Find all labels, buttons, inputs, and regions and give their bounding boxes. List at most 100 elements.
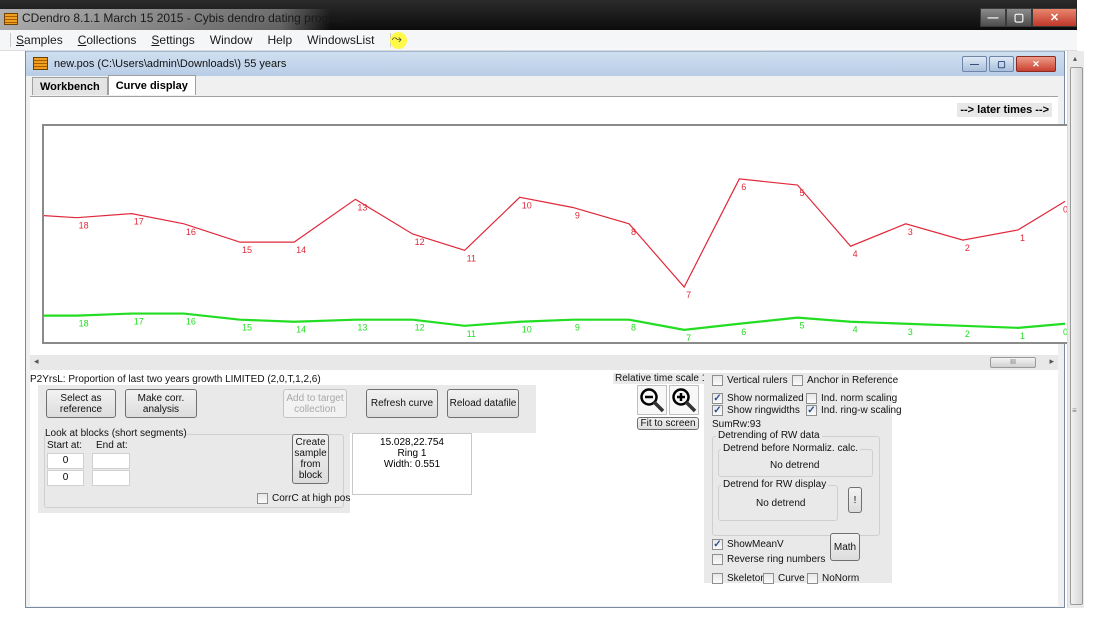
app-maximize-button[interactable]: ▢	[1006, 8, 1032, 27]
block-start-2[interactable]: 0	[47, 470, 84, 486]
curve-chart[interactable]: 18 17 16 15 14 13 12 11 10 9 8 7 6 5 4 3 2 1 0 18 17 16 15 14 13…	[42, 124, 1068, 344]
zoom-out-button[interactable]	[637, 385, 667, 415]
corrc-high-pos-checkbox[interactable]: CorrC at high pos	[257, 493, 350, 504]
ring-label-normalized: 16	[186, 317, 196, 327]
ind-ringw-scaling-box[interactable]: ✓	[806, 405, 817, 416]
skeleton-checkbox[interactable]: Skeleton	[712, 573, 766, 584]
ind-norm-scaling-box[interactable]	[806, 393, 817, 404]
vertical-scroll-thumb[interactable]	[1070, 67, 1083, 605]
vertical-rulers-box[interactable]	[712, 375, 723, 386]
reverse-ring-numbers-box[interactable]	[712, 554, 723, 565]
menu-help[interactable]: Help	[267, 33, 292, 47]
ring-label-normalized: 8	[631, 323, 636, 333]
ring-label-ringwidths: 3	[908, 227, 913, 237]
scroll-up-arrow[interactable]: ▴	[1073, 54, 1077, 63]
runner-icon[interactable]	[389, 31, 407, 49]
menu-collections[interactable]: Collections	[78, 33, 137, 47]
ring-label-ringwidths: 16	[186, 227, 196, 237]
block-start-1[interactable]: 0	[47, 453, 84, 469]
ind-ringw-scaling-label: Ind. ring-w scaling	[821, 405, 902, 416]
ring-label-ringwidths: 14	[296, 245, 306, 255]
show-mean-v-box[interactable]: ✓	[712, 539, 723, 550]
add-to-target-collection-button[interactable]: Add to target collection	[283, 389, 347, 418]
tab-curve-display[interactable]: Curve display	[107, 75, 196, 95]
ring-label-ringwidths: 6	[741, 182, 746, 192]
show-mean-v-checkbox[interactable]: ✓ ShowMeanV	[712, 539, 784, 550]
ring-label-ringwidths: 9	[575, 210, 580, 220]
menu-samples[interactable]: Samples	[16, 33, 63, 47]
menubar: Samples Collections Settings Window Help…	[0, 30, 1077, 51]
ring-label-normalized: 9	[575, 323, 580, 333]
detrend-display-title: Detrend for RW display	[721, 479, 829, 490]
show-normalized-label: Show normalized	[727, 393, 804, 404]
show-mean-v-label: ShowMeanV	[727, 539, 784, 550]
app-icon	[4, 13, 18, 25]
fit-to-screen-button[interactable]: Fit to screen	[637, 417, 699, 430]
detrend-display-value[interactable]: No detrend	[756, 498, 805, 509]
document-close-button[interactable]: ✕	[1016, 56, 1056, 72]
document-title: new.pos (C:\Users\admin\Downloads\) 55 y…	[54, 58, 287, 70]
curve-checkbox[interactable]: Curve	[763, 573, 805, 584]
curve-box[interactable]	[763, 573, 774, 584]
ring-label-normalized: 2	[965, 329, 970, 339]
document-minimize-button[interactable]: —	[962, 56, 987, 72]
corrc-high-pos-box[interactable]	[257, 493, 268, 504]
scroll-left-arrow[interactable]: ◂	[34, 356, 39, 367]
show-normalized-box[interactable]: ✓	[712, 393, 723, 404]
horizontal-scrollbar[interactable]: ◂ III ▸	[30, 355, 1058, 370]
refresh-curve-button[interactable]: Refresh curve	[366, 389, 438, 418]
skeleton-box[interactable]	[712, 573, 723, 584]
ring-label-ringwidths: 11	[467, 253, 476, 263]
show-ringwidths-box[interactable]: ✓	[712, 405, 723, 416]
menu-windowslist-label: WindowsList	[307, 33, 375, 47]
sum-rw-label: SumRw:93	[712, 419, 761, 430]
status-line: P2YrsL: Proportion of last two years gro…	[30, 374, 321, 385]
document-maximize-button[interactable]: ▢	[989, 56, 1014, 72]
tab-workbench[interactable]: Workbench	[32, 77, 108, 95]
ring-label-normalized: 4	[853, 325, 858, 335]
app-minimize-button[interactable]: —	[980, 8, 1006, 27]
scroll-thumb[interactable]: III	[990, 357, 1036, 368]
no-norm-box[interactable]	[807, 573, 818, 584]
block-end-2[interactable]	[92, 470, 130, 486]
tab-strip: Workbench Curve display	[32, 75, 196, 96]
no-norm-label: NoNorm	[822, 573, 860, 584]
ring-label-ringwidths: 15	[242, 245, 252, 255]
menu-settings[interactable]: Settings	[151, 33, 194, 47]
anchor-reference-checkbox[interactable]: Anchor in Reference	[792, 375, 898, 386]
ring-label-normalized: 3	[908, 327, 913, 337]
vertical-rulers-label: Vertical rulers	[727, 375, 788, 386]
detrending-title: Detrending of RW data	[716, 430, 822, 441]
vertical-scrollbar[interactable]: ▴ ≡	[1067, 51, 1084, 608]
document-titlebar: new.pos (C:\Users\admin\Downloads\) 55 y…	[26, 51, 1064, 76]
menu-window[interactable]: Window	[210, 33, 253, 47]
vertical-rulers-checkbox[interactable]: Vertical rulers	[712, 375, 788, 386]
reload-datafile-button[interactable]: Reload datafile	[447, 389, 519, 418]
ring-label-ringwidths: 17	[134, 217, 144, 227]
start-at-label: Start at:	[47, 440, 83, 451]
zoom-in-button[interactable]	[669, 385, 699, 415]
menu-windowslist[interactable]: WindowsList	[307, 33, 374, 47]
curve-chart-svg: 18 171615 1413121110987654321018 17 1615 14 13…	[44, 178, 1068, 342]
zoom-out-icon	[640, 388, 665, 413]
ring-label-normalized: 18	[79, 319, 89, 329]
anchor-reference-box[interactable]	[792, 375, 803, 386]
select-as-reference-button[interactable]: Select as reference	[46, 389, 116, 418]
make-corr-analysis-button[interactable]: Make corr. analysis	[125, 389, 197, 418]
detrend-before-value[interactable]: No detrend	[770, 460, 819, 471]
reverse-ring-numbers-checkbox[interactable]: Reverse ring numbers	[712, 554, 825, 565]
menu-settings-label: ettings	[159, 33, 195, 47]
block-end-1[interactable]	[92, 453, 130, 469]
show-normalized-checkbox[interactable]: ✓ Show normalized	[712, 393, 804, 404]
math-button[interactable]: Math	[830, 533, 860, 561]
ind-ringw-scaling-checkbox[interactable]: ✓ Ind. ring-w scaling	[806, 405, 902, 416]
show-ringwidths-checkbox[interactable]: ✓ Show ringwidths	[712, 405, 800, 416]
detrend-options-button[interactable]: !	[848, 487, 862, 513]
no-norm-checkbox[interactable]: NoNorm	[807, 573, 859, 584]
ind-norm-scaling-checkbox[interactable]: Ind. norm scaling	[806, 393, 897, 404]
scroll-right-arrow[interactable]: ▸	[1049, 356, 1054, 367]
create-sample-from-block-button[interactable]: Create sample from block	[292, 434, 329, 484]
scroll-grip-icon: ≡	[1072, 406, 1077, 415]
app-close-button[interactable]: ✕	[1032, 8, 1077, 27]
menubar-separator	[10, 33, 11, 47]
